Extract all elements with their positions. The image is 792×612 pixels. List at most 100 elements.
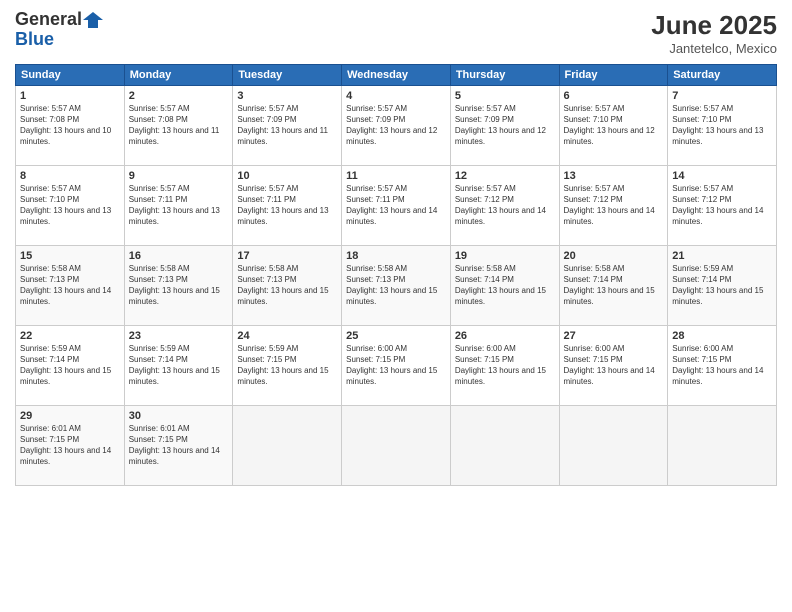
- day-info: Sunrise: 5:59 AMSunset: 7:14 PMDaylight:…: [20, 344, 120, 387]
- day-number: 17: [237, 249, 337, 263]
- header: General Blue June 2025 Jantetelco, Mexic…: [15, 10, 777, 56]
- day-info: Sunrise: 5:58 AMSunset: 7:14 PMDaylight:…: [455, 264, 555, 307]
- day-info: Sunrise: 5:57 AMSunset: 7:09 PMDaylight:…: [455, 104, 555, 147]
- day-info: Sunrise: 5:57 AMSunset: 7:12 PMDaylight:…: [564, 184, 664, 227]
- day-info: Sunrise: 5:57 AMSunset: 7:09 PMDaylight:…: [346, 104, 446, 147]
- table-row: 6Sunrise: 5:57 AMSunset: 7:10 PMDaylight…: [559, 86, 668, 166]
- table-row: 20Sunrise: 5:58 AMSunset: 7:14 PMDayligh…: [559, 246, 668, 326]
- table-row: 27Sunrise: 6:00 AMSunset: 7:15 PMDayligh…: [559, 326, 668, 406]
- table-row: 19Sunrise: 5:58 AMSunset: 7:14 PMDayligh…: [450, 246, 559, 326]
- day-number: 5: [455, 89, 555, 103]
- table-row: 28Sunrise: 6:00 AMSunset: 7:15 PMDayligh…: [668, 326, 777, 406]
- table-row: [450, 406, 559, 486]
- title-block: June 2025 Jantetelco, Mexico: [651, 10, 777, 56]
- calendar-week-5: 29Sunrise: 6:01 AMSunset: 7:15 PMDayligh…: [16, 406, 777, 486]
- day-info: Sunrise: 6:00 AMSunset: 7:15 PMDaylight:…: [672, 344, 772, 387]
- day-info: Sunrise: 5:59 AMSunset: 7:15 PMDaylight:…: [237, 344, 337, 387]
- day-number: 19: [455, 249, 555, 263]
- day-info: Sunrise: 6:00 AMSunset: 7:15 PMDaylight:…: [455, 344, 555, 387]
- calendar-week-4: 22Sunrise: 5:59 AMSunset: 7:14 PMDayligh…: [16, 326, 777, 406]
- day-info: Sunrise: 5:57 AMSunset: 7:11 PMDaylight:…: [346, 184, 446, 227]
- day-info: Sunrise: 6:01 AMSunset: 7:15 PMDaylight:…: [20, 424, 120, 467]
- table-row: 9Sunrise: 5:57 AMSunset: 7:11 PMDaylight…: [124, 166, 233, 246]
- table-row: 21Sunrise: 5:59 AMSunset: 7:14 PMDayligh…: [668, 246, 777, 326]
- day-info: Sunrise: 6:00 AMSunset: 7:15 PMDaylight:…: [346, 344, 446, 387]
- table-row: [342, 406, 451, 486]
- logo-general: General: [15, 10, 103, 30]
- logo-icon: [83, 10, 103, 30]
- table-row: 26Sunrise: 6:00 AMSunset: 7:15 PMDayligh…: [450, 326, 559, 406]
- table-row: 2Sunrise: 5:57 AMSunset: 7:08 PMDaylight…: [124, 86, 233, 166]
- table-row: [559, 406, 668, 486]
- table-row: 1Sunrise: 5:57 AMSunset: 7:08 PMDaylight…: [16, 86, 125, 166]
- day-number: 28: [672, 329, 772, 343]
- day-number: 3: [237, 89, 337, 103]
- day-number: 7: [672, 89, 772, 103]
- day-number: 11: [346, 169, 446, 183]
- table-row: 23Sunrise: 5:59 AMSunset: 7:14 PMDayligh…: [124, 326, 233, 406]
- day-info: Sunrise: 5:57 AMSunset: 7:08 PMDaylight:…: [129, 104, 229, 147]
- calendar-week-1: 1Sunrise: 5:57 AMSunset: 7:08 PMDaylight…: [16, 86, 777, 166]
- day-number: 22: [20, 329, 120, 343]
- table-row: 16Sunrise: 5:58 AMSunset: 7:13 PMDayligh…: [124, 246, 233, 326]
- calendar-week-2: 8Sunrise: 5:57 AMSunset: 7:10 PMDaylight…: [16, 166, 777, 246]
- col-sunday: Sunday: [16, 65, 125, 86]
- table-row: 5Sunrise: 5:57 AMSunset: 7:09 PMDaylight…: [450, 86, 559, 166]
- col-tuesday: Tuesday: [233, 65, 342, 86]
- day-number: 29: [20, 409, 120, 423]
- table-row: 30Sunrise: 6:01 AMSunset: 7:15 PMDayligh…: [124, 406, 233, 486]
- table-row: 11Sunrise: 5:57 AMSunset: 7:11 PMDayligh…: [342, 166, 451, 246]
- day-info: Sunrise: 6:01 AMSunset: 7:15 PMDaylight:…: [129, 424, 229, 467]
- day-info: Sunrise: 5:57 AMSunset: 7:12 PMDaylight:…: [672, 184, 772, 227]
- day-info: Sunrise: 5:57 AMSunset: 7:10 PMDaylight:…: [20, 184, 120, 227]
- day-number: 27: [564, 329, 664, 343]
- day-number: 15: [20, 249, 120, 263]
- day-info: Sunrise: 5:59 AMSunset: 7:14 PMDaylight:…: [129, 344, 229, 387]
- logo-blue: Blue: [15, 30, 103, 50]
- table-row: 18Sunrise: 5:58 AMSunset: 7:13 PMDayligh…: [342, 246, 451, 326]
- table-row: 8Sunrise: 5:57 AMSunset: 7:10 PMDaylight…: [16, 166, 125, 246]
- page: General Blue June 2025 Jantetelco, Mexic…: [0, 0, 792, 612]
- day-info: Sunrise: 5:57 AMSunset: 7:10 PMDaylight:…: [564, 104, 664, 147]
- table-row: 14Sunrise: 5:57 AMSunset: 7:12 PMDayligh…: [668, 166, 777, 246]
- day-number: 21: [672, 249, 772, 263]
- day-number: 4: [346, 89, 446, 103]
- day-number: 25: [346, 329, 446, 343]
- day-number: 16: [129, 249, 229, 263]
- day-info: Sunrise: 5:58 AMSunset: 7:14 PMDaylight:…: [564, 264, 664, 307]
- day-info: Sunrise: 5:57 AMSunset: 7:11 PMDaylight:…: [237, 184, 337, 227]
- month-title: June 2025: [651, 10, 777, 41]
- table-row: 15Sunrise: 5:58 AMSunset: 7:13 PMDayligh…: [16, 246, 125, 326]
- day-number: 2: [129, 89, 229, 103]
- table-row: 24Sunrise: 5:59 AMSunset: 7:15 PMDayligh…: [233, 326, 342, 406]
- day-info: Sunrise: 5:57 AMSunset: 7:12 PMDaylight:…: [455, 184, 555, 227]
- day-info: Sunrise: 5:58 AMSunset: 7:13 PMDaylight:…: [129, 264, 229, 307]
- day-info: Sunrise: 6:00 AMSunset: 7:15 PMDaylight:…: [564, 344, 664, 387]
- col-friday: Friday: [559, 65, 668, 86]
- day-number: 10: [237, 169, 337, 183]
- table-row: 3Sunrise: 5:57 AMSunset: 7:09 PMDaylight…: [233, 86, 342, 166]
- day-info: Sunrise: 5:58 AMSunset: 7:13 PMDaylight:…: [237, 264, 337, 307]
- day-number: 14: [672, 169, 772, 183]
- day-number: 8: [20, 169, 120, 183]
- calendar-header-row: Sunday Monday Tuesday Wednesday Thursday…: [16, 65, 777, 86]
- table-row: 13Sunrise: 5:57 AMSunset: 7:12 PMDayligh…: [559, 166, 668, 246]
- day-info: Sunrise: 5:58 AMSunset: 7:13 PMDaylight:…: [20, 264, 120, 307]
- col-monday: Monday: [124, 65, 233, 86]
- day-info: Sunrise: 5:59 AMSunset: 7:14 PMDaylight:…: [672, 264, 772, 307]
- day-info: Sunrise: 5:57 AMSunset: 7:09 PMDaylight:…: [237, 104, 337, 147]
- col-thursday: Thursday: [450, 65, 559, 86]
- day-info: Sunrise: 5:57 AMSunset: 7:10 PMDaylight:…: [672, 104, 772, 147]
- location: Jantetelco, Mexico: [651, 41, 777, 56]
- day-number: 9: [129, 169, 229, 183]
- day-number: 23: [129, 329, 229, 343]
- day-number: 13: [564, 169, 664, 183]
- day-number: 24: [237, 329, 337, 343]
- table-row: 25Sunrise: 6:00 AMSunset: 7:15 PMDayligh…: [342, 326, 451, 406]
- table-row: 7Sunrise: 5:57 AMSunset: 7:10 PMDaylight…: [668, 86, 777, 166]
- calendar-week-3: 15Sunrise: 5:58 AMSunset: 7:13 PMDayligh…: [16, 246, 777, 326]
- day-info: Sunrise: 5:57 AMSunset: 7:08 PMDaylight:…: [20, 104, 120, 147]
- day-number: 20: [564, 249, 664, 263]
- table-row: 10Sunrise: 5:57 AMSunset: 7:11 PMDayligh…: [233, 166, 342, 246]
- logo: General Blue: [15, 10, 103, 50]
